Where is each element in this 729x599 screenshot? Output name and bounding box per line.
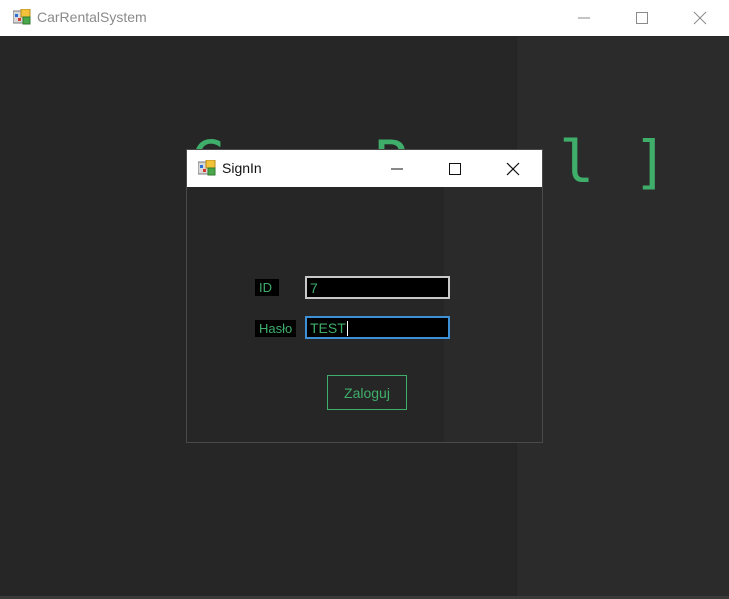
minimize-button[interactable] — [555, 0, 613, 36]
maximize-button[interactable] — [613, 0, 671, 36]
close-icon — [693, 11, 707, 25]
main-window: CarRentalSystem C R l ] — [0, 0, 729, 599]
text-caret — [346, 321, 348, 336]
dialog-minimize-button[interactable] — [368, 150, 426, 187]
main-titlebar[interactable]: CarRentalSystem — [0, 0, 729, 36]
id-input[interactable]: 7 — [305, 276, 450, 299]
dialog-titlebar[interactable]: SignIn — [187, 150, 542, 187]
dialog-title: SignIn — [222, 160, 262, 176]
dialog-app-icon — [197, 159, 216, 176]
minimize-icon — [578, 17, 590, 19]
dialog-maximize-button[interactable] — [426, 150, 484, 187]
id-label: ID — [255, 279, 279, 296]
password-label: Hasło — [255, 320, 297, 337]
dialog-close-button[interactable] — [484, 150, 542, 187]
dialog-background-panel — [444, 187, 542, 442]
app-icon — [12, 8, 31, 25]
close-icon — [506, 162, 520, 175]
window-title: CarRentalSystem — [37, 9, 147, 25]
password-input-value: TEST — [310, 320, 346, 336]
login-button[interactable]: Zaloguj — [327, 375, 407, 410]
close-button[interactable] — [671, 0, 729, 36]
maximize-icon — [636, 12, 648, 24]
minimize-icon — [391, 168, 403, 169]
maximize-icon — [449, 162, 461, 175]
password-input[interactable]: TEST — [305, 316, 450, 339]
signin-dialog: SignIn ID 7 Hasło TEST Zaloguj — [186, 149, 543, 443]
background-panel — [516, 37, 729, 597]
